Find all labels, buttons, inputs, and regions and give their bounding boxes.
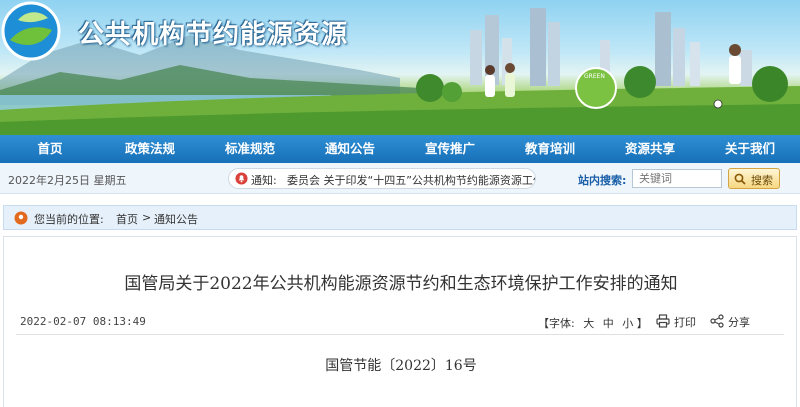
breadcrumb-prefix: 您当前的位置: [34,213,104,226]
main-nav: 首页 政策法规 标准规范 通知公告 宣传推广 教育培训 资源共享 关于我们 [0,135,800,163]
share-label: 分享 [728,316,750,329]
search-input[interactable] [632,169,722,188]
nav-item-home[interactable]: 首页 [0,135,100,163]
share-icon [710,314,724,328]
search-icon [734,173,746,185]
nav-item-promotion[interactable]: 宣传推广 [400,135,500,163]
nav-item-notices[interactable]: 通知公告 [300,135,400,163]
header-banner: GREEN 公共机构节约能源资源 [0,0,800,135]
search-button-label: 搜索 [751,174,773,187]
notice-link[interactable]: 委员会 关于印发“十四五”公共机构节约能源资源工作 [287,172,535,188]
search-label: 站内搜索: [578,174,627,187]
printer-icon [656,314,670,328]
print-label: 打印 [674,316,696,329]
info-bar: 2022年2月25日 星期五 通知: 委员会 关于印发“十四五”公共机构节约能源… [0,163,800,194]
breadcrumb-separator: > [142,211,152,224]
meta-divider [16,334,784,335]
article-title: 国管局关于2022年公共机构能源资源节约和生态环境保护工作安排的通知 [124,274,678,294]
breadcrumb-home-link[interactable]: 首页 [116,211,138,227]
nav-item-training[interactable]: 教育培训 [500,135,600,163]
nav-item-about[interactable]: 关于我们 [700,135,800,163]
document-number: 国管节能〔2022〕16号 [325,358,477,374]
site-title: 公共机构节约能源资源 [78,20,349,50]
nav-item-policy[interactable]: 政策法规 [100,135,200,163]
location-pin-icon [14,211,28,225]
font-size-close: 】 [636,317,648,330]
breadcrumb: 您当前的位置: 首页 > 通知公告 [3,205,797,230]
nav-item-resources[interactable]: 资源共享 [600,135,700,163]
globe-leaf-icon [1,1,61,61]
notice-ticker[interactable]: 通知: 委员会 关于印发“十四五”公共机构节约能源资源工作 [228,168,536,189]
page-root: GREEN 公共机构节约能源资源 首页 政策法规 标准规范 通知公告 宣传推广 … [0,0,800,407]
font-size-large[interactable]: 大 [583,317,594,330]
search-button[interactable]: 搜索 [728,168,780,189]
publish-datetime: 2022-02-07 08:13:49 [20,315,146,328]
font-size-label: 【字体: [538,317,575,330]
font-size-selector: 【字体: 大 中 小 】 [538,315,648,331]
notice-label: 通知: [251,174,277,187]
article-panel: 国管局关于2022年公共机构能源资源节约和生态环境保护工作安排的通知 2022-… [3,236,797,407]
current-date: 2022年2月25日 星期五 [8,174,127,187]
font-size-small[interactable]: 小 [622,317,633,330]
font-size-medium[interactable]: 中 [603,317,614,330]
breadcrumb-current[interactable]: 通知公告 [154,211,198,227]
bell-icon [235,172,248,185]
nav-item-standards[interactable]: 标准规范 [200,135,300,163]
green-badge-text: GREEN [584,73,605,80]
